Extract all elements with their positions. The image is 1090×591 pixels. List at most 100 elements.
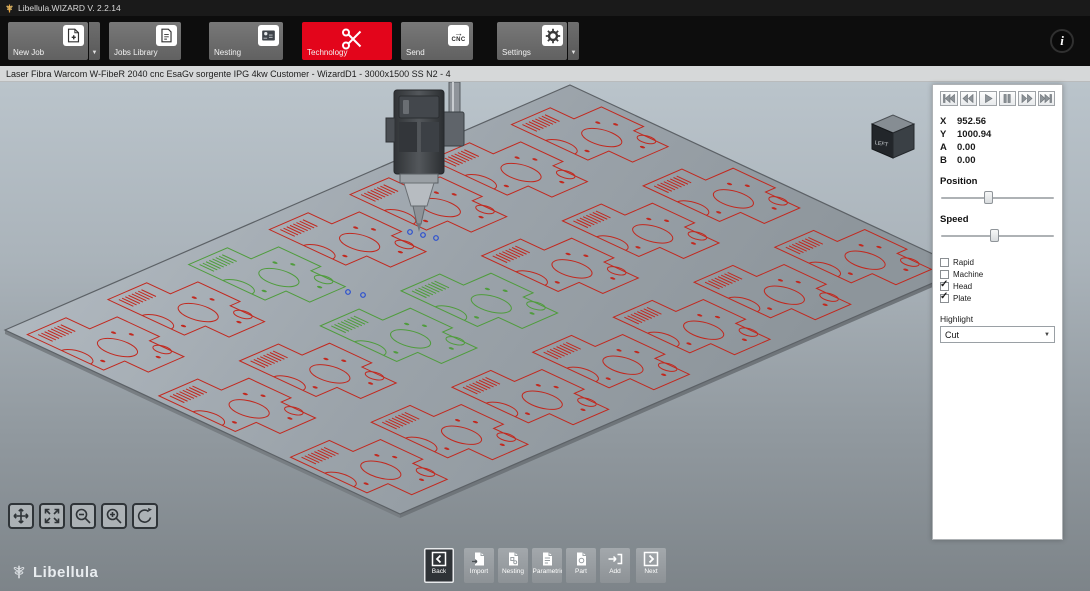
scene-3d[interactable]: LEFT <box>0 82 1090 591</box>
view-tools <box>8 503 158 529</box>
checkbox-row-rapid: Rapid <box>940 256 1055 268</box>
position-slider-thumb[interactable] <box>984 191 993 204</box>
speed-slider[interactable] <box>940 228 1055 243</box>
axis-label-x: X <box>940 115 957 128</box>
settings-dropdown[interactable]: ▼ <box>568 22 579 60</box>
zoom-out-button[interactable] <box>70 503 96 529</box>
checkbox-row-plate: Plate <box>940 292 1055 304</box>
position-label: Position <box>940 176 1055 187</box>
axis-value-a: 0.00 <box>957 141 976 154</box>
speed-label: Speed <box>940 214 1055 225</box>
nesting-icon <box>258 25 279 46</box>
playback-play-button[interactable] <box>979 91 997 106</box>
toolbar-button-nesting[interactable]: Nesting <box>209 22 283 60</box>
coordinate-row-b: B 0.00 <box>940 154 1055 167</box>
part-icon <box>573 551 589 567</box>
position-slider[interactable] <box>940 190 1055 205</box>
add-button[interactable]: Add <box>600 548 630 583</box>
skip-end-icon <box>1040 94 1052 103</box>
play-icon <box>982 94 994 103</box>
back-icon <box>431 551 447 567</box>
display-options: Rapid Machine Head Plate <box>940 256 1055 304</box>
pan-icon <box>12 507 30 525</box>
head-checkbox-label: Head <box>953 282 972 291</box>
checkbox-row-head: Head <box>940 280 1055 292</box>
rotate-view-button[interactable] <box>132 503 158 529</box>
next-icon <box>643 551 659 567</box>
highlight-label: Highlight <box>940 314 1055 324</box>
send-arrow-glyph: → <box>454 29 463 37</box>
nesting-doc-icon <box>505 551 521 567</box>
job-description: Laser Fibra Warcom W-FibeR 2040 cnc EsaG… <box>6 69 451 79</box>
fit-view-button[interactable] <box>39 503 65 529</box>
titlebar: Libellula.WIZARD V. 2.2.14 <box>0 0 1090 16</box>
axis-label-b: B <box>940 154 957 167</box>
highlight-select[interactable]: Cut ▼ <box>940 326 1055 343</box>
next-button[interactable]: Next <box>636 548 666 583</box>
coordinate-readout: X 952.56 Y 1000.94 A 0.00 B 0.00 <box>940 115 1055 167</box>
dragonfly-icon <box>10 563 28 581</box>
viewport-3d[interactable]: LEFT <box>0 82 1090 591</box>
playback-skip-end-button[interactable] <box>1038 91 1056 106</box>
playback-step-back-button[interactable] <box>960 91 978 106</box>
orientation-cube[interactable]: LEFT <box>872 115 914 158</box>
speed-slider-thumb[interactable] <box>990 229 999 242</box>
plate-checkbox[interactable] <box>940 294 949 303</box>
parametric-button[interactable]: Parametric <box>532 548 562 583</box>
coordinate-row-y: Y 1000.94 <box>940 128 1055 141</box>
plate-checkbox-label: Plate <box>953 294 971 303</box>
send-cnc-text: CNC <box>452 37 466 43</box>
chevron-down-icon: ▼ <box>1044 332 1050 338</box>
coordinate-row-x: X 952.56 <box>940 115 1055 128</box>
axis-value-b: 0.00 <box>957 154 976 167</box>
rapid-checkbox-label: Rapid <box>953 258 974 267</box>
gear-icon <box>542 25 563 46</box>
logo-text: Libellula <box>33 564 98 581</box>
toolbar-button-technology[interactable]: Technology <box>302 22 392 60</box>
playback-step-forward-button[interactable] <box>1018 91 1036 106</box>
highlight-selected-value: Cut <box>945 330 959 340</box>
info-button[interactable]: i <box>1050 29 1074 53</box>
add-icon <box>607 551 623 567</box>
app-logo-icon <box>5 4 14 13</box>
jobs-library-icon <box>156 25 177 46</box>
toolbar-button-settings[interactable]: Settings <box>497 22 567 60</box>
skip-start-icon <box>943 94 955 103</box>
fit-view-icon <box>43 507 61 525</box>
zoom-out-icon <box>74 507 92 525</box>
back-button[interactable]: Back <box>424 548 454 583</box>
machine-checkbox[interactable] <box>940 270 949 279</box>
app-window: Libellula.WIZARD V. 2.2.14 New Job ▼ J <box>0 0 1090 591</box>
part-button[interactable]: Part <box>566 548 596 583</box>
pan-tool-button[interactable] <box>8 503 34 529</box>
parametric-icon <box>539 551 555 567</box>
head-checkbox[interactable] <box>940 282 949 291</box>
rotate-view-icon <box>136 507 154 525</box>
pause-icon <box>1001 94 1013 103</box>
step-back-icon <box>962 94 974 103</box>
playback-pause-button[interactable] <box>999 91 1017 106</box>
checkbox-row-machine: Machine <box>940 268 1055 280</box>
wizard-navigation: Back Import Nesting <box>424 548 666 583</box>
zoom-in-button[interactable] <box>101 503 127 529</box>
step-forward-icon <box>1021 94 1033 103</box>
axis-value-x: 952.56 <box>957 115 986 128</box>
libellula-logo: Libellula <box>10 563 98 581</box>
rapid-checkbox[interactable] <box>940 258 949 267</box>
new-job-dropdown[interactable]: ▼ <box>89 22 100 60</box>
statusbar: Laser Fibra Warcom W-FibeR 2040 cnc EsaG… <box>0 66 1090 82</box>
toolbar-button-new-job[interactable]: New Job <box>8 22 88 60</box>
playback-controls <box>940 91 1055 106</box>
toolbar-button-send[interactable]: → CNC Send <box>401 22 473 60</box>
new-job-icon <box>63 25 84 46</box>
playback-skip-start-button[interactable] <box>940 91 958 106</box>
coordinate-row-a: A 0.00 <box>940 141 1055 154</box>
import-button[interactable]: Import <box>464 548 494 583</box>
send-cnc-icon: → CNC <box>448 25 469 46</box>
axis-label-a: A <box>940 141 957 154</box>
nesting-nav-button[interactable]: Nesting <box>498 548 528 583</box>
toolbar-button-jobs-library[interactable]: Jobs Library <box>109 22 181 60</box>
import-icon <box>471 551 487 567</box>
axis-label-y: Y <box>940 128 957 141</box>
window-title: Libellula.WIZARD V. 2.2.14 <box>18 3 121 13</box>
